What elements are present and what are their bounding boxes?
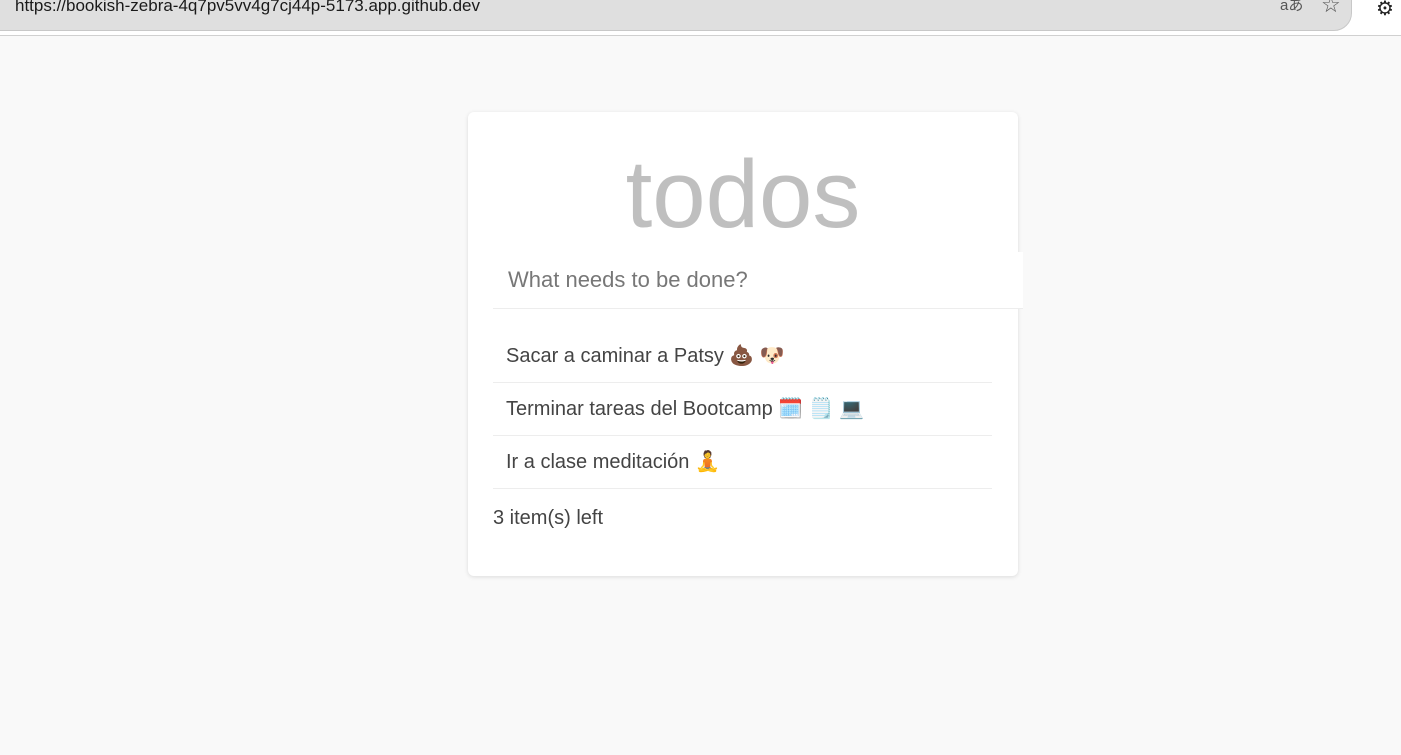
extensions-icon[interactable]: ⚙: [1376, 0, 1394, 19]
translate-icon[interactable]: aあ: [1280, 0, 1303, 16]
browser-toolbar: https://bookish-zebra-4q7pv5vv4g7cj44p-5…: [0, 0, 1401, 36]
address-bar[interactable]: https://bookish-zebra-4q7pv5vv4g7cj44p-5…: [0, 0, 1352, 31]
url-text[interactable]: https://bookish-zebra-4q7pv5vv4g7cj44p-5…: [15, 0, 480, 16]
todo-list: Sacar a caminar a Patsy 💩 🐶 Terminar tar…: [493, 330, 992, 489]
todo-item[interactable]: Terminar tareas del Bootcamp 🗓️ 🗒️ 💻: [493, 383, 992, 436]
app-title: todos: [625, 141, 861, 248]
new-todo-input[interactable]: [493, 252, 1023, 309]
favorite-star-icon[interactable]: ☆: [1321, 0, 1341, 16]
items-left-count: 3 item(s) left: [493, 507, 604, 529]
todo-item[interactable]: Ir a clase meditación 🧘: [493, 436, 992, 489]
todo-item[interactable]: Sacar a caminar a Patsy 💩 🐶: [493, 330, 992, 383]
